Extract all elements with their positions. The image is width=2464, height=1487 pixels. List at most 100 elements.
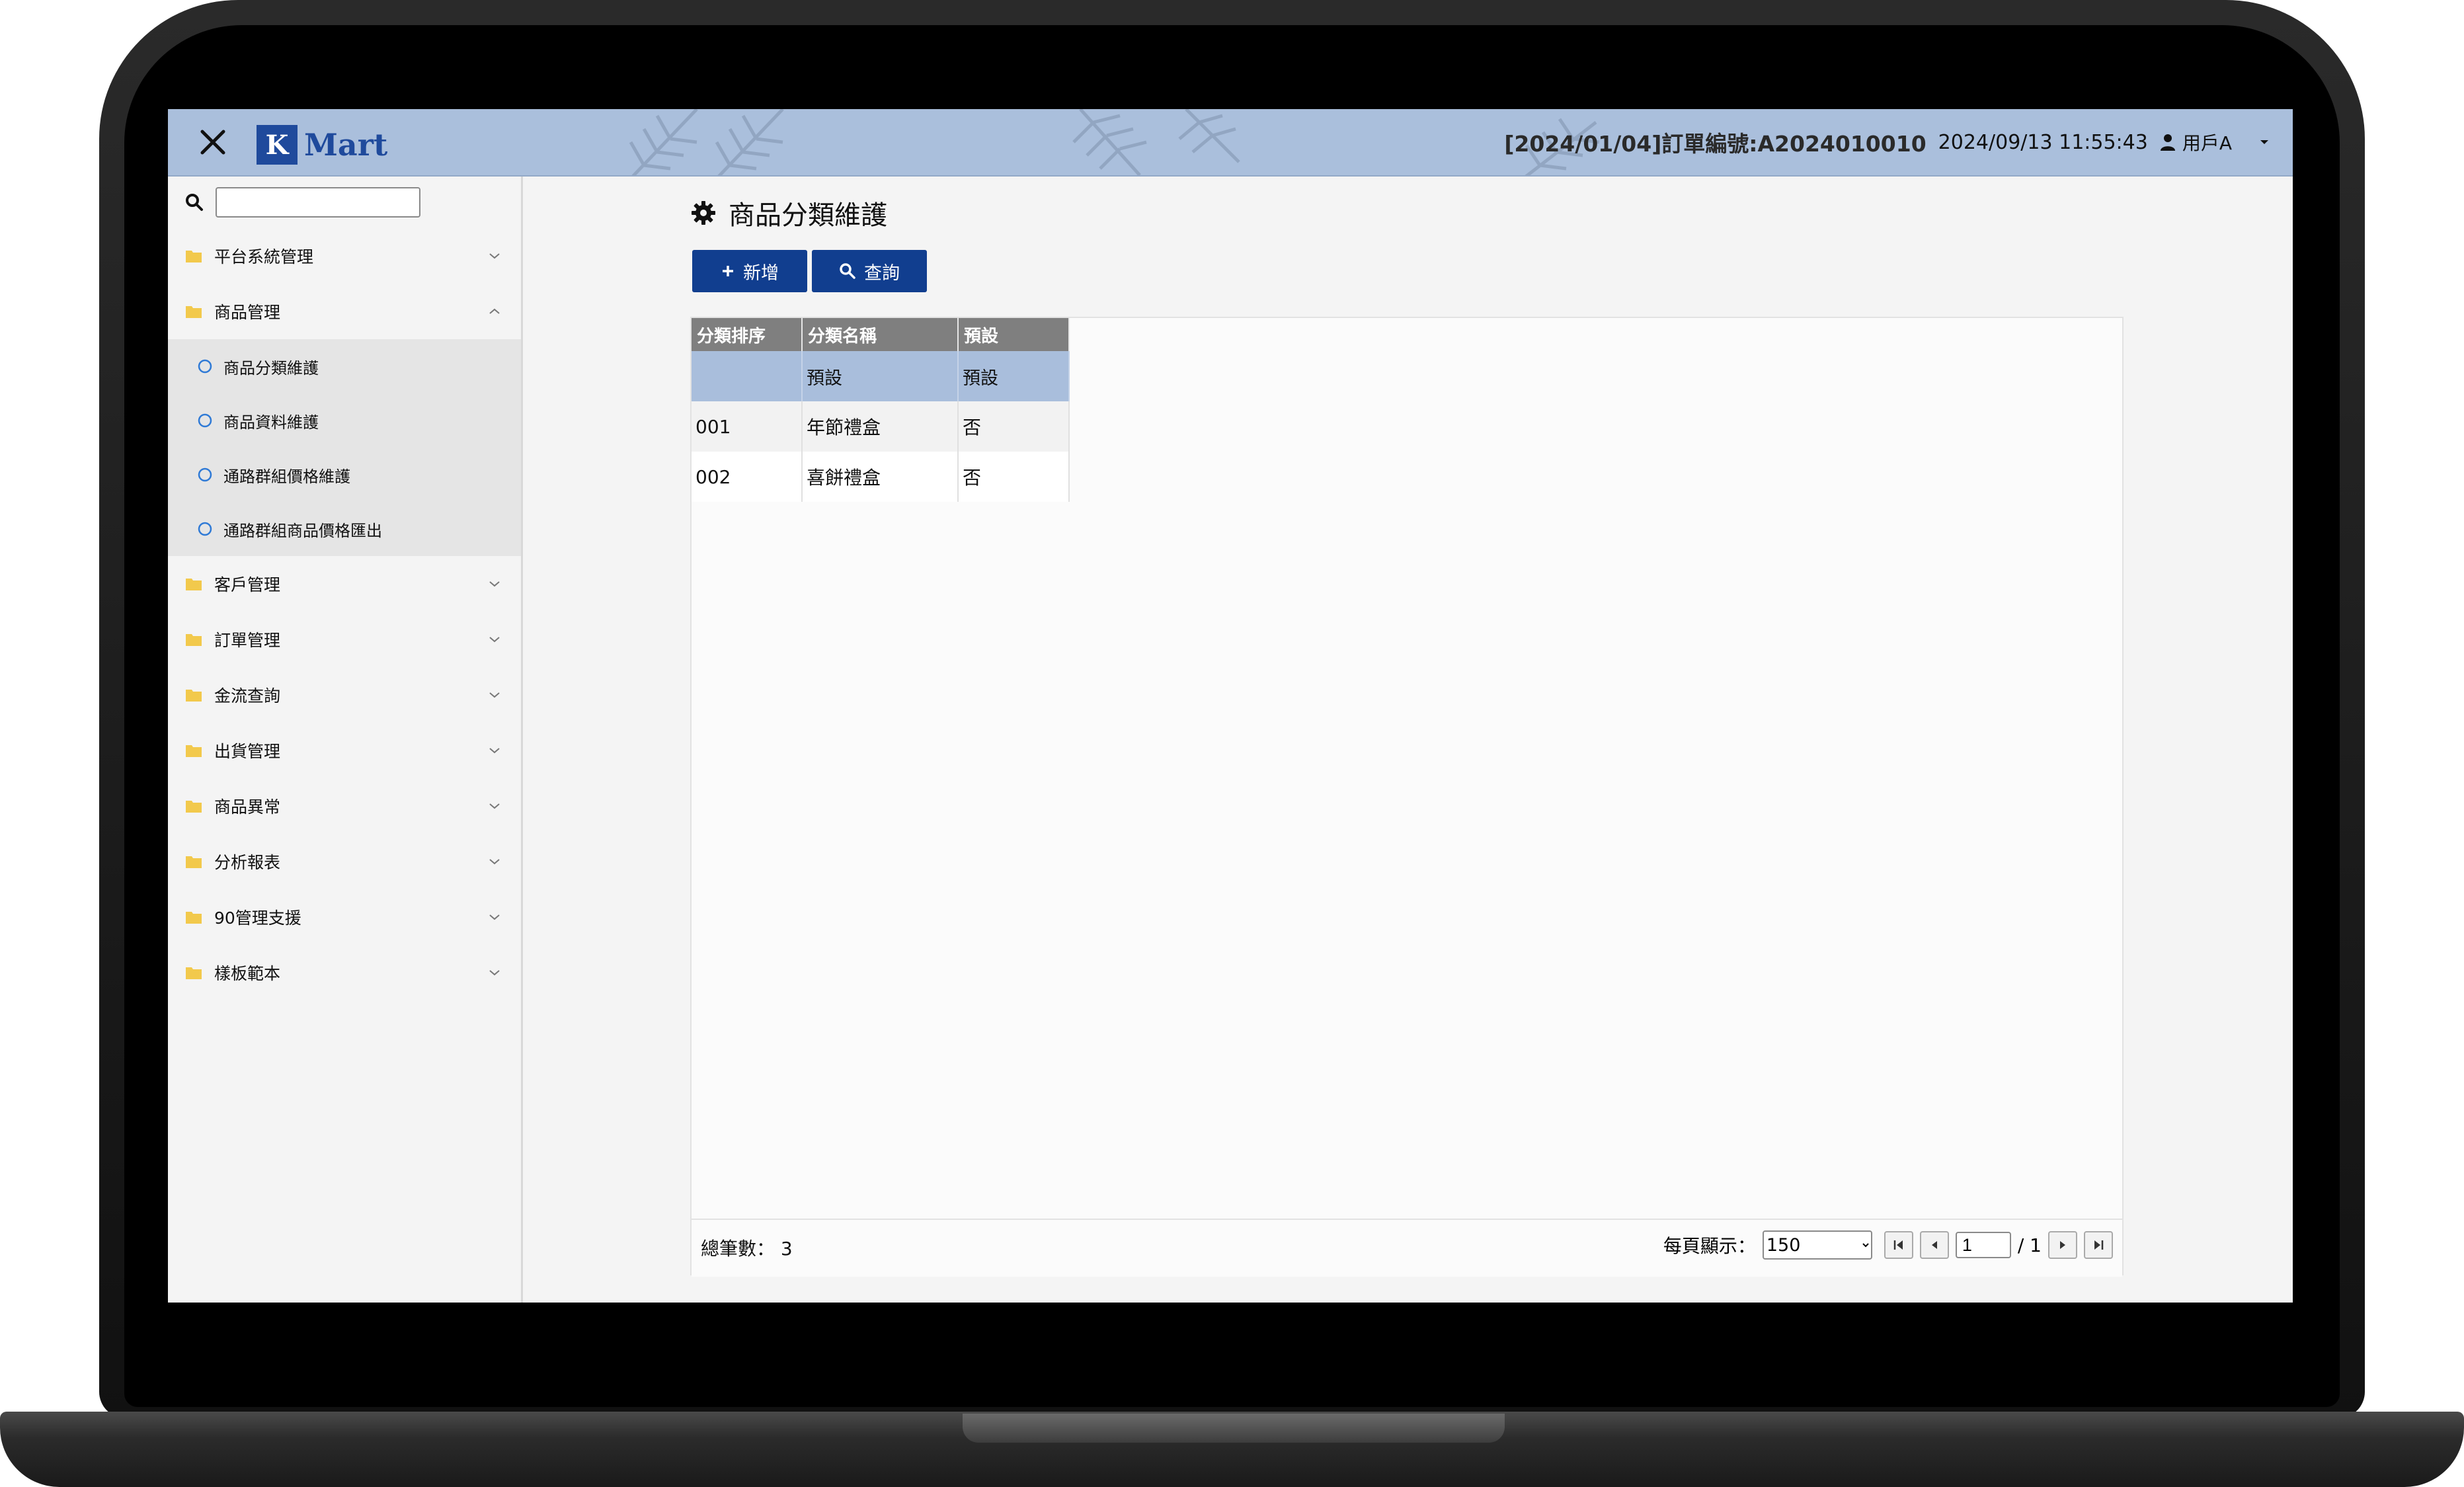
column-header-name[interactable]: 分類名稱 [802,318,959,351]
first-page-button[interactable] [1884,1231,1913,1259]
folder-icon [186,967,202,979]
order-notice[interactable]: [2024/01/04]訂單編號:A2024010010 [1504,126,1926,158]
data-grid-panel: 分類排序 分類名稱 預設 預設 預設 001 年節禮盒 否 002 喜餅禮盒 否… [690,317,2124,1277]
filter-row: 預設 預設 [692,351,1070,401]
page-total: / 1 [2017,1234,2042,1256]
sidebar-subitem-channel-price[interactable]: 通路群組價格維護 [168,448,521,502]
page-title-text: 商品分類維護 [729,200,887,231]
prev-page-button[interactable] [1919,1231,1949,1259]
sidebar-subitem-category[interactable]: 商品分類維護 [168,339,521,393]
sidebar-item-label: 訂單管理 [214,631,281,650]
sidebar-item-label: 樣板範本 [214,964,281,983]
page-number-input[interactable] [1955,1232,2011,1258]
sidebar-item-payments[interactable]: 金流查詢 [168,667,521,723]
next-page-icon [2060,1241,2065,1249]
sidebar-item-platform[interactable]: 平台系統管理 [168,228,521,284]
user-name: 用戶A [2182,132,2232,154]
folder-icon [186,579,202,590]
sidebar-item-label: 商品管理 [214,303,281,322]
sidebar-item-label: 出貨管理 [214,742,281,761]
total-value: 3 [780,1238,793,1260]
sidebar: 平台系統管理 商品管理 商品分類維護 商品資料維護 通路群組價格維護 通路群組商… [168,177,523,1303]
circle-icon [198,359,212,374]
sidebar-item-label: 客戶管理 [214,575,281,594]
sidebar-search [185,187,420,218]
toolbar: 新增 查詢 [692,250,927,292]
last-page-icon [2094,1240,2104,1250]
table-row[interactable]: 001 年節禮盒 否 [692,401,1070,452]
data-grid: 分類排序 分類名稱 預設 預設 預設 001 年節禮盒 否 002 喜餅禮盒 否 [692,318,1070,502]
logo-text: Mart [304,127,388,163]
chevron-down-icon [489,859,500,865]
folder-icon [186,634,202,646]
chevron-down-icon [489,748,500,754]
chevron-down-icon [489,581,500,587]
user-menu[interactable]: 用戶A [2160,129,2270,155]
logo-mark: K [257,125,298,165]
filter-cell-sort[interactable] [692,351,803,401]
plus-icon [723,266,733,276]
page-title: 商品分類維護 [690,194,887,232]
gear-icon [692,201,715,225]
circle-icon [198,522,212,536]
sidebar-item-reports[interactable]: 分析報表 [168,834,521,889]
current-datetime: 2024/09/13 11:55:43 [1938,130,2148,154]
table-cell: 年節禮盒 [802,401,959,452]
prev-page-icon [1931,1241,1937,1249]
folder-icon [186,251,202,262]
sidebar-item-products[interactable]: 商品管理 [168,284,521,339]
chevron-up-icon [489,308,500,314]
products-submenu: 商品分類維護 商品資料維護 通路群組價格維護 通路群組商品價格匯出 [168,339,521,556]
add-button-label: 新增 [743,262,779,284]
sidebar-item-support[interactable]: 90管理支援 [168,889,521,945]
column-header-sort[interactable]: 分類排序 [692,318,803,351]
chevron-down-icon [489,637,500,643]
folder-icon [186,745,202,757]
sidebar-item-customers[interactable]: 客戶管理 [168,556,521,612]
table-cell: 否 [958,452,1070,502]
sidebar-subitem-channel-export[interactable]: 通路群組商品價格匯出 [168,502,521,556]
laptop-hinge-notch [963,1414,1505,1443]
user-icon [2160,134,2175,151]
search-icon [840,263,855,279]
sidebar-subitem-label: 通路群組價格維護 [223,467,350,486]
per-page-select[interactable]: 150 [1762,1230,1872,1260]
leaf-decoration-icon [629,109,784,175]
first-page-icon [1893,1240,1903,1250]
folder-icon [186,856,202,868]
app-logo[interactable]: K Mart [257,125,387,165]
sidebar-item-templates[interactable]: 樣板範本 [168,945,521,1000]
sidebar-subitem-product-data[interactable]: 商品資料維護 [168,393,521,448]
sidebar-item-orders[interactable]: 訂單管理 [168,612,521,667]
chevron-down-icon [489,253,500,259]
circle-icon [198,467,212,482]
sidebar-item-label: 90管理支援 [214,908,301,928]
total-label: 總筆數： [701,1238,775,1260]
folder-icon [186,690,202,702]
circle-icon [198,413,212,428]
sidebar-subitem-label: 商品資料維護 [223,413,319,432]
sidebar-menu: 平台系統管理 商品管理 商品分類維護 商品資料維護 通路群組價格維護 通路群組商… [168,228,521,1000]
next-page-button[interactable] [2048,1231,2077,1259]
folder-icon [186,801,202,813]
query-button[interactable]: 查詢 [812,250,927,292]
sidebar-item-shipping[interactable]: 出貨管理 [168,723,521,778]
table-row[interactable]: 002 喜餅禮盒 否 [692,452,1070,502]
sidebar-search-input[interactable] [216,187,420,218]
sidebar-subitem-label: 商品分類維護 [223,358,319,378]
sidebar-subitem-label: 通路群組商品價格匯出 [223,521,382,540]
filter-cell-default[interactable]: 預設 [958,351,1070,401]
close-icon [200,130,225,155]
column-header-default[interactable]: 預設 [958,318,1070,351]
chevron-down-icon [489,692,500,698]
sidebar-item-label: 平台系統管理 [214,247,314,266]
filter-cell-name[interactable]: 預設 [802,351,959,401]
caret-down-icon[interactable] [2258,138,2270,146]
add-button[interactable]: 新增 [692,250,807,292]
search-icon [186,194,203,211]
close-menu-button[interactable] [194,124,231,161]
table-cell: 001 [692,401,803,452]
table-cell: 喜餅禮盒 [802,452,959,502]
last-page-button[interactable] [2084,1231,2113,1259]
sidebar-item-product-anomalies[interactable]: 商品異常 [168,778,521,834]
